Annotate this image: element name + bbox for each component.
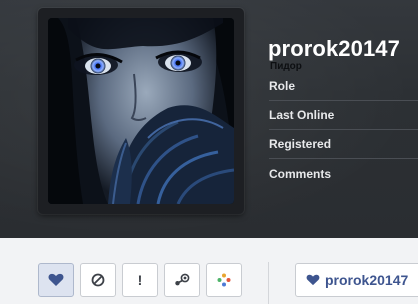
info-label-role: Role: [269, 79, 296, 93]
heart-icon: [306, 274, 320, 286]
block-button[interactable]: [80, 263, 116, 297]
info-row-comments: Comments: [269, 159, 418, 188]
info-label-registered: Registered: [269, 137, 332, 151]
info-label-comments: Comments: [269, 166, 332, 181]
info-row-registered: Registered: [269, 130, 418, 159]
follow-button[interactable]: prorok20147: [295, 263, 418, 297]
avatar[interactable]: [48, 18, 234, 204]
follow-button-label: prorok20147: [325, 272, 409, 288]
profile-banner: prorok20147 Пидор Role Last Online Regis…: [0, 0, 418, 238]
like-button[interactable]: [38, 263, 74, 297]
profile-user-title: Пидор: [270, 61, 302, 72]
flower-icon: [217, 273, 231, 287]
steam-icon: [175, 273, 190, 286]
report-button[interactable]: !: [122, 263, 158, 297]
heart-icon: [48, 273, 64, 286]
block-icon: [91, 273, 105, 287]
report-icon: !: [137, 272, 143, 288]
avatar-image: [48, 18, 234, 204]
steam-button[interactable]: [164, 263, 200, 297]
actions-divider: [268, 262, 269, 304]
info-label-last-online: Last Online: [269, 108, 335, 122]
info-row-last-online: Last Online: [269, 101, 418, 130]
flower-button[interactable]: [206, 263, 242, 297]
avatar-frame: [38, 8, 244, 214]
profile-username: prorok20147: [268, 36, 400, 61]
info-row-role: Role: [269, 72, 418, 101]
